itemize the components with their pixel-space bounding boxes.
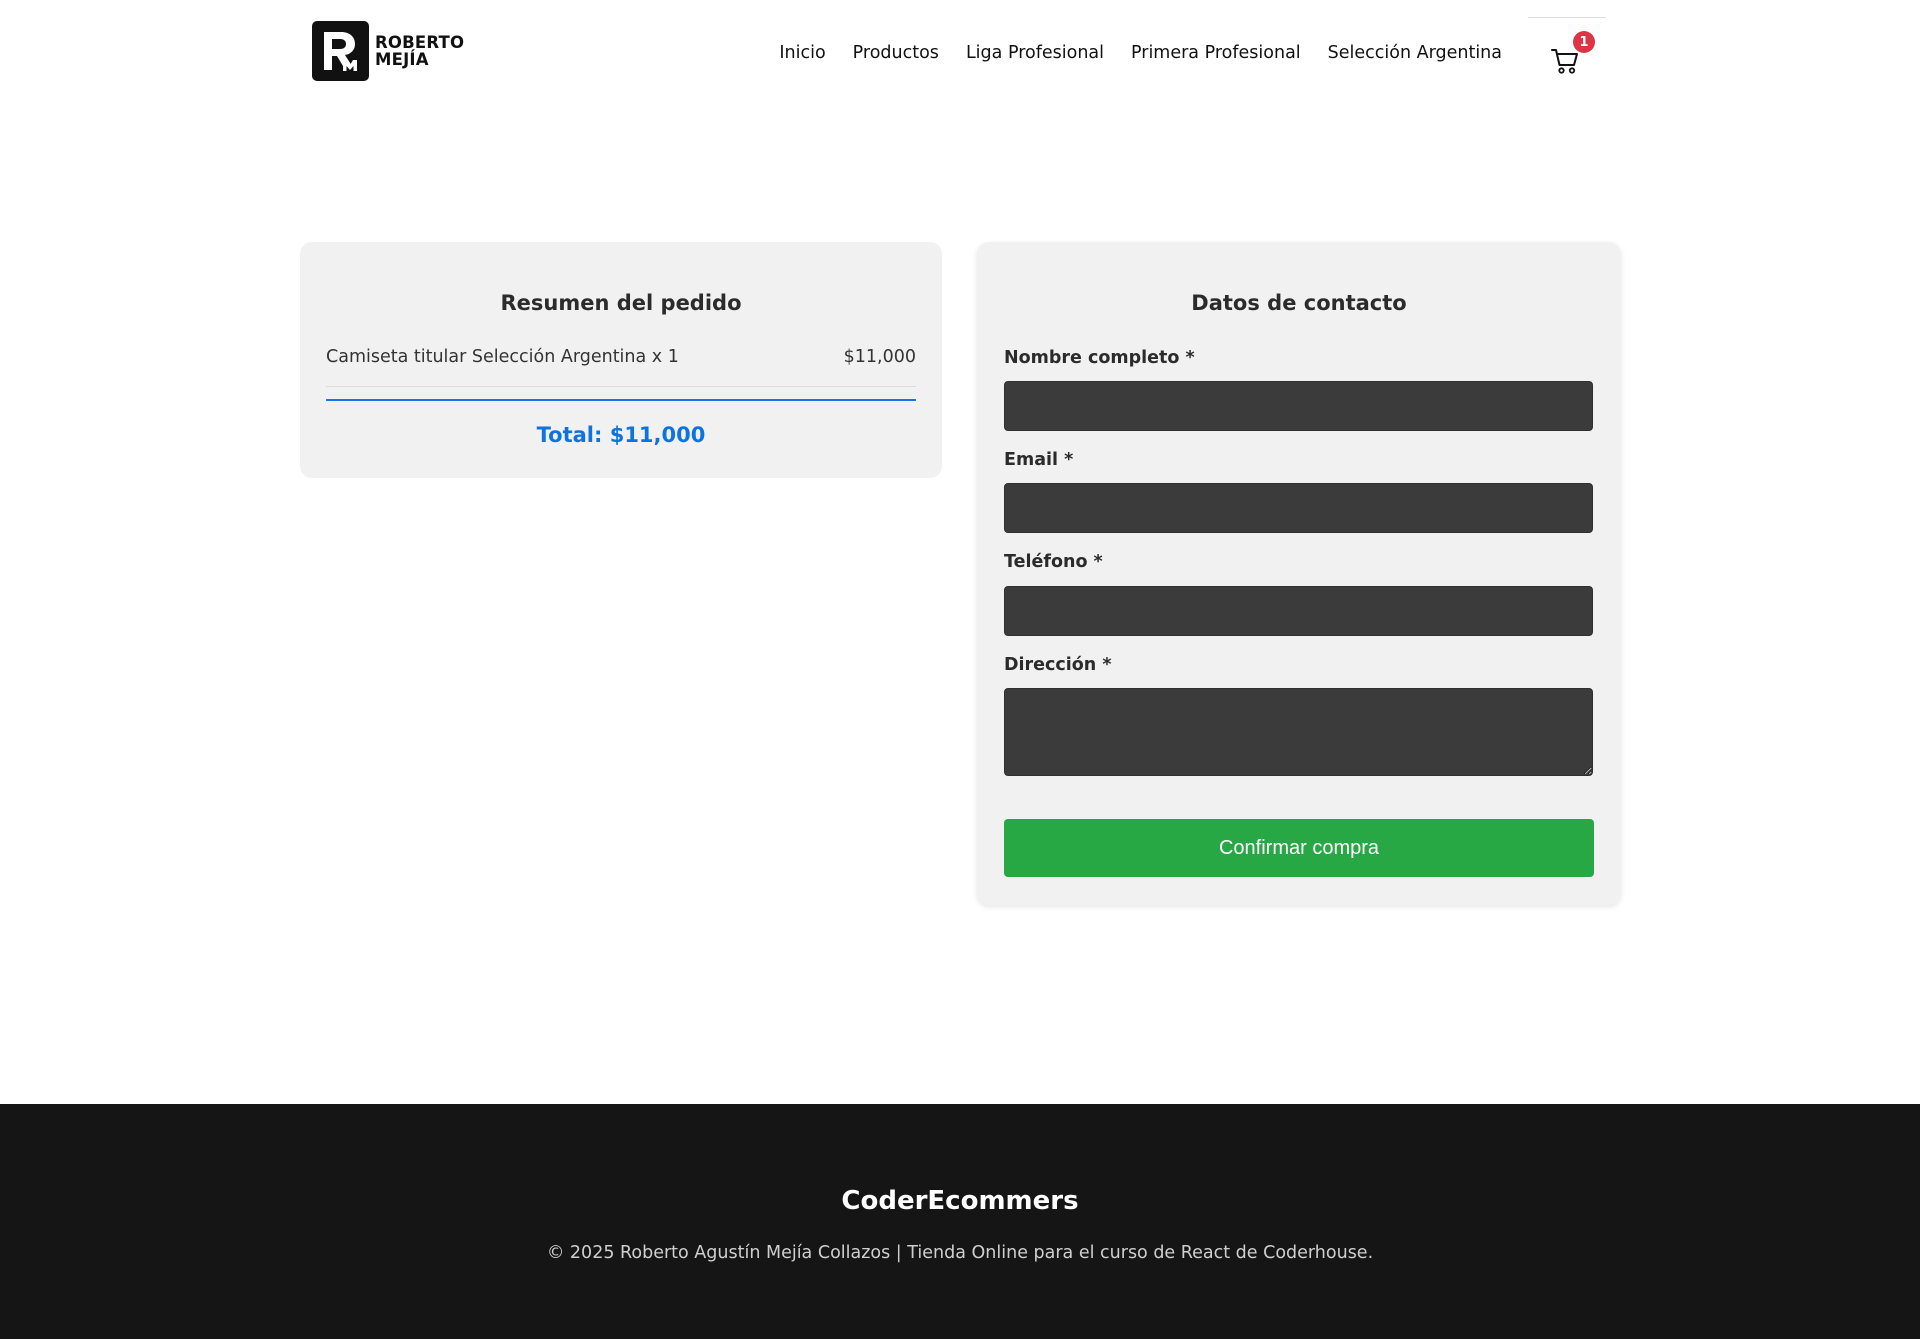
brand-logo-icon: [312, 21, 369, 81]
order-item-row: Camiseta titular Selección Argentina x 1…: [326, 347, 916, 387]
confirm-purchase-button[interactable]: Confirmar compra: [1004, 819, 1594, 877]
order-total-divider: [326, 399, 916, 401]
address-label: Dirección *: [1004, 655, 1112, 675]
site-footer: CoderEcommers © 2025 Roberto Agustín Mej…: [0, 1104, 1920, 1339]
nav-link-liga-profesional[interactable]: Liga Profesional: [966, 43, 1104, 63]
site-header: ROBERTO MEJÍA Inicio Productos Liga Prof…: [0, 0, 1920, 108]
contact-form-card: Datos de contacto Nombre completo * Emai…: [977, 242, 1621, 905]
cart-widget[interactable]: 1: [1528, 17, 1606, 83]
brand-logo-link[interactable]: ROBERTO MEJÍA: [312, 21, 464, 81]
nav-link-seleccion-argentina[interactable]: Selección Argentina: [1328, 43, 1502, 63]
order-summary-title: Resumen del pedido: [500, 291, 742, 315]
order-summary-card: Resumen del pedido Camiseta titular Sele…: [300, 242, 942, 478]
shopping-cart-icon[interactable]: [1551, 48, 1579, 80]
nav-link-productos[interactable]: Productos: [853, 43, 939, 63]
full-name-label: Nombre completo *: [1004, 348, 1195, 368]
email-input[interactable]: [1004, 483, 1593, 533]
brand-logo-text: ROBERTO MEJÍA: [375, 34, 464, 68]
main-nav: Inicio Productos Liga Profesional Primer…: [779, 43, 1502, 63]
phone-input[interactable]: [1004, 586, 1593, 636]
cart-count-badge: 1: [1573, 31, 1595, 53]
email-label: Email *: [1004, 450, 1074, 470]
footer-copyright: © 2025 Roberto Agustín Mejía Collazos | …: [546, 1243, 1374, 1263]
address-textarea[interactable]: [1004, 688, 1593, 776]
footer-title: CoderEcommers: [841, 1186, 1079, 1216]
order-total: Total: $11,000: [536, 423, 706, 447]
contact-form-title: Datos de contacto: [1191, 291, 1407, 315]
nav-link-primera-profesional[interactable]: Primera Profesional: [1131, 43, 1301, 63]
nav-link-inicio[interactable]: Inicio: [779, 43, 825, 63]
order-item-price: $11,000: [843, 347, 916, 367]
full-name-input[interactable]: [1004, 381, 1593, 431]
order-item-name: Camiseta titular Selección Argentina x 1: [326, 347, 679, 367]
phone-label: Teléfono *: [1004, 552, 1103, 572]
brand-name-line2: MEJÍA: [375, 50, 429, 69]
